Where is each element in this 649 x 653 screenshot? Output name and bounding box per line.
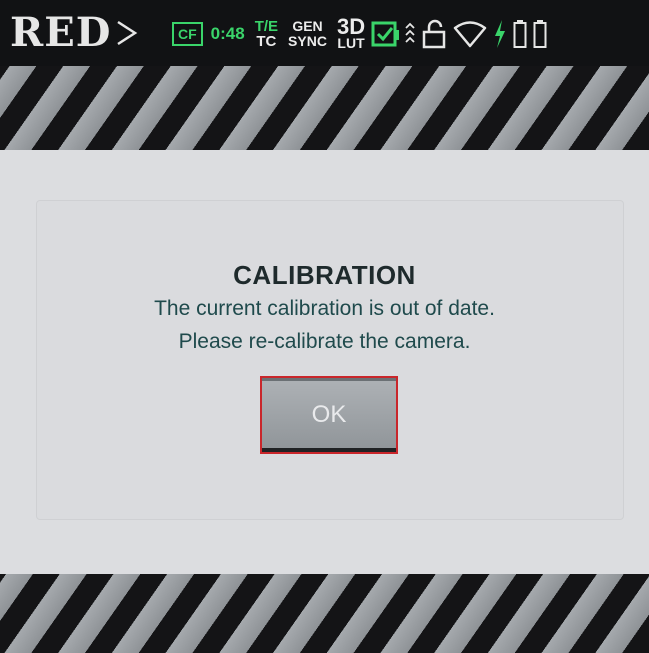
hazard-stripes-bottom — [0, 574, 649, 653]
tc-label: TC — [256, 33, 277, 50]
status-bar: RED CF 0:48 T/E TC GEN SYNC 3D LUT — [0, 0, 649, 66]
gen-label: GEN — [292, 18, 323, 34]
dialog-card — [36, 200, 624, 520]
unlock-icon[interactable] — [421, 19, 447, 49]
media-badge[interactable]: CF — [172, 22, 203, 46]
genlock-stack[interactable]: GEN SYNC — [288, 19, 327, 49]
status-strip: CF 0:48 T/E TC GEN SYNC 3D LUT — [168, 12, 547, 56]
checkbox-icon[interactable] — [371, 20, 400, 48]
dialog-area: CALIBRATION The current calibration is o… — [0, 150, 649, 574]
dialog-message-line-2: Please re-calibrate the camera. — [178, 330, 471, 353]
te-label: T/E — [254, 18, 279, 35]
dialog-message-line-1: The current calibration is out of date. — [154, 297, 495, 320]
battery-icon — [513, 19, 527, 49]
ok-button[interactable]: OK — [260, 376, 398, 454]
bolt-icon — [493, 19, 507, 49]
red-logo: RED — [10, 0, 139, 66]
lut-stack[interactable]: 3D LUT — [336, 14, 366, 51]
camera-screen: RED CF 0:48 T/E TC GEN SYNC 3D LUT CALIB… — [0, 0, 649, 653]
wifi-icon[interactable] — [453, 20, 487, 48]
record-time: 0:48 — [210, 24, 245, 43]
hazard-stripes-top — [0, 66, 649, 150]
battery-icon — [533, 19, 547, 49]
logo-arrow-icon — [117, 20, 138, 46]
sync-label: SYNC — [288, 33, 327, 49]
dialog-title: CALIBRATION — [233, 260, 416, 290]
timecode-stack[interactable]: T/E TC — [255, 19, 278, 49]
lut-top-label: 3D — [336, 14, 366, 39]
signal-chevrons-icon — [405, 19, 415, 49]
logo-text: RED — [10, 9, 112, 56]
lut-bottom-label: LUT — [337, 35, 365, 51]
